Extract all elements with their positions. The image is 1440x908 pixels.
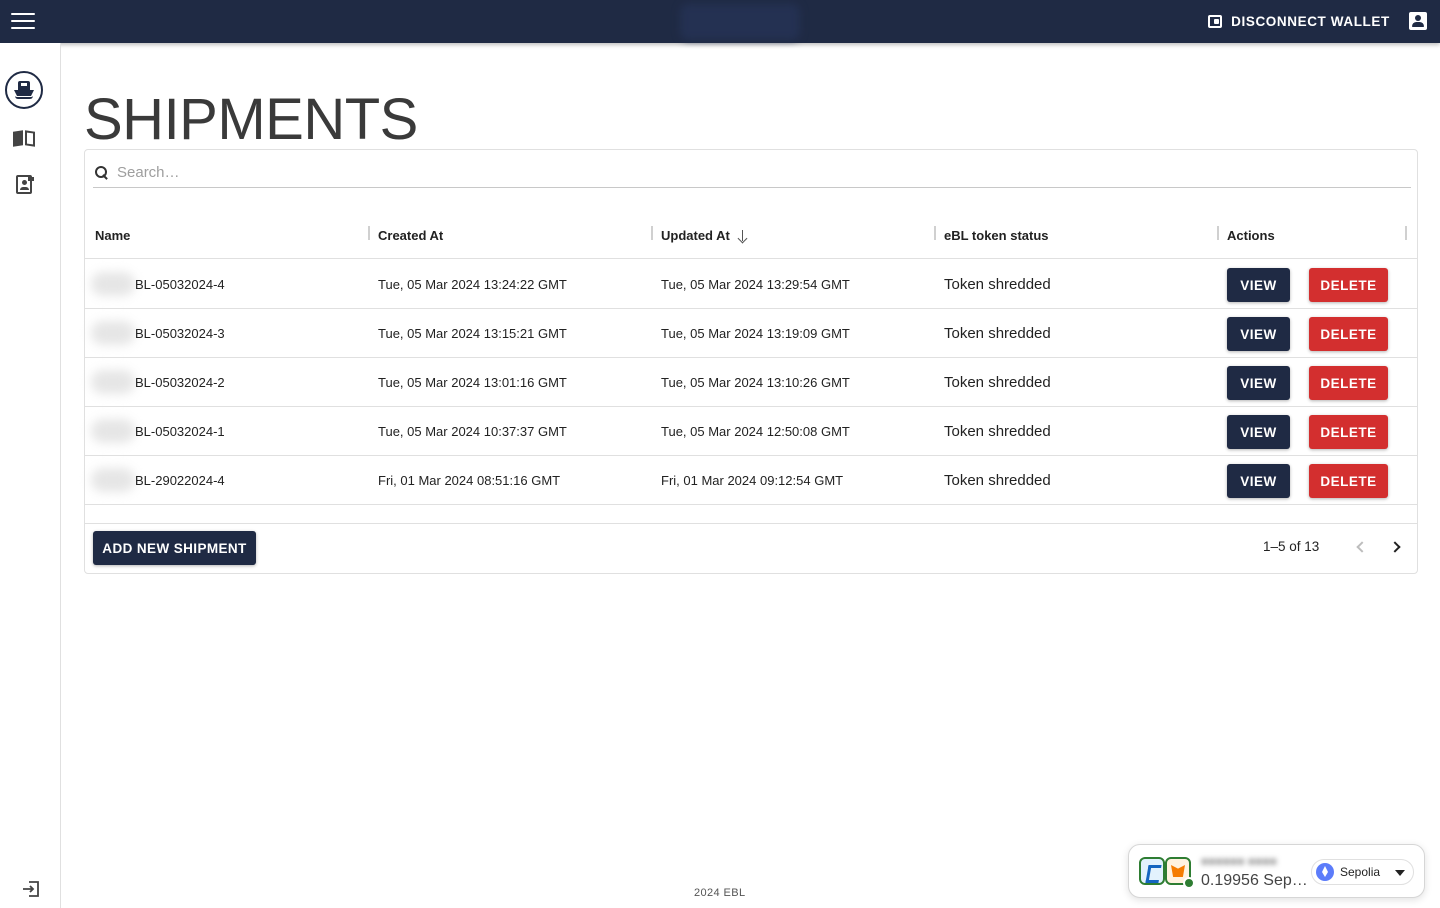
column-separator[interactable] xyxy=(1217,226,1219,240)
cell-created: Fri, 01 Mar 2024 08:51:16 GMT xyxy=(378,473,561,488)
column-header-actions: Actions xyxy=(1227,228,1275,243)
cell-created: Tue, 05 Mar 2024 13:15:21 GMT xyxy=(378,326,567,341)
cell-updated: Tue, 05 Mar 2024 13:29:54 GMT xyxy=(661,277,850,292)
cell-status: Token shredded xyxy=(944,472,1051,489)
sidebar-item-shipments[interactable] xyxy=(5,71,43,109)
blurred-name-prefix xyxy=(91,321,135,345)
cell-status: Token shredded xyxy=(944,276,1051,293)
blurred-name-prefix xyxy=(91,272,135,296)
column-header-updated[interactable]: Updated At xyxy=(661,212,748,259)
column-header-name[interactable]: Name xyxy=(95,212,130,259)
cell-status: Token shredded xyxy=(944,374,1051,391)
table-row[interactable]: BL-29022024-4 Fri, 01 Mar 2024 08:51:16 … xyxy=(85,456,1417,505)
column-separator[interactable] xyxy=(651,226,653,240)
cell-created: Tue, 05 Mar 2024 10:37:37 GMT xyxy=(378,424,567,439)
sidebar-item-contacts[interactable] xyxy=(5,165,43,203)
sidebar-item-documents[interactable] xyxy=(5,119,43,157)
column-separator[interactable] xyxy=(934,226,936,240)
table-row[interactable]: BL-05032024-4 Tue, 05 Mar 2024 13:24:22 … xyxy=(85,260,1417,309)
cell-name: BL-05032024-3 xyxy=(135,326,225,341)
top-app-bar: DISCONNECT WALLET xyxy=(0,0,1440,43)
network-name: Sepolia xyxy=(1340,865,1381,879)
ship-icon xyxy=(14,81,34,99)
sort-down-arrow-icon[interactable] xyxy=(738,229,748,242)
shipments-panel: Name Created At Updated At eBL token sta… xyxy=(84,149,1418,574)
delete-button[interactable]: DELETE xyxy=(1309,415,1388,449)
column-separator[interactable] xyxy=(368,226,370,240)
badge-icon xyxy=(16,174,34,194)
chevron-left-icon[interactable] xyxy=(1356,541,1368,553)
cell-updated: Tue, 05 Mar 2024 13:19:09 GMT xyxy=(661,326,850,341)
table-row[interactable]: BL-05032024-1 Tue, 05 Mar 2024 10:37:37 … xyxy=(85,407,1417,456)
book-icon xyxy=(13,129,35,147)
pagination-range: 1–5 of 13 xyxy=(1263,539,1320,554)
table-row[interactable]: BL-05032024-3 Tue, 05 Mar 2024 13:15:21 … xyxy=(85,309,1417,358)
search-icon xyxy=(95,165,109,180)
connected-status-icon xyxy=(1183,877,1195,889)
search-bar xyxy=(93,158,1411,188)
blurred-name-prefix xyxy=(91,419,135,443)
view-button[interactable]: VIEW xyxy=(1227,464,1290,498)
blurred-name-prefix xyxy=(91,468,135,492)
cell-updated: Tue, 05 Mar 2024 13:10:26 GMT xyxy=(661,375,850,390)
delete-button[interactable]: DELETE xyxy=(1309,268,1388,302)
ethereum-icon xyxy=(1316,863,1334,881)
blurred-logo xyxy=(680,4,800,40)
disconnect-wallet-label: DISCONNECT WALLET xyxy=(1231,13,1390,29)
add-new-shipment-button[interactable]: ADD NEW SHIPMENT xyxy=(93,531,256,565)
delete-button[interactable]: DELETE xyxy=(1309,317,1388,351)
cell-name: BL-29022024-4 xyxy=(135,473,225,488)
view-button[interactable]: VIEW xyxy=(1227,317,1290,351)
cell-name: BL-05032024-2 xyxy=(135,375,225,390)
wallet-icon xyxy=(1208,14,1223,28)
cell-name: BL-05032024-4 xyxy=(135,277,225,292)
delete-button[interactable]: DELETE xyxy=(1309,464,1388,498)
page-title: SHIPMENTS xyxy=(84,87,418,152)
chevron-right-icon[interactable] xyxy=(1389,541,1401,553)
column-header-created[interactable]: Created At xyxy=(378,212,443,259)
sidebar xyxy=(0,43,61,908)
cell-created: Tue, 05 Mar 2024 13:24:22 GMT xyxy=(378,277,567,292)
blurred-wallet-address: ●●●●●● ●●●● xyxy=(1201,854,1277,868)
cell-updated: Tue, 05 Mar 2024 12:50:08 GMT xyxy=(661,424,850,439)
table-footer-divider xyxy=(85,523,1417,524)
cell-name: BL-05032024-1 xyxy=(135,424,225,439)
copyright-footer: 2024 EBL xyxy=(694,887,746,899)
column-separator[interactable] xyxy=(1405,226,1407,240)
table-row[interactable]: BL-05032024-2 Tue, 05 Mar 2024 13:01:16 … xyxy=(85,358,1417,407)
wallet-balance: 0.19956 Sep… xyxy=(1201,872,1308,889)
exit-icon[interactable] xyxy=(22,881,40,897)
blurred-name-prefix xyxy=(91,370,135,394)
menu-icon[interactable] xyxy=(8,8,38,34)
wallet-widget[interactable]: ●●●●●● ●●●● 0.19956 Sep… Sepolia xyxy=(1128,844,1425,898)
dropdown-arrow-icon xyxy=(1395,870,1405,876)
view-button[interactable]: VIEW xyxy=(1227,415,1290,449)
disconnect-wallet-button[interactable]: DISCONNECT WALLET xyxy=(1203,4,1395,38)
view-button[interactable]: VIEW xyxy=(1227,268,1290,302)
delete-button[interactable]: DELETE xyxy=(1309,366,1388,400)
column-header-updated-label: Updated At xyxy=(661,228,730,243)
cell-status: Token shredded xyxy=(944,325,1051,342)
cell-updated: Fri, 01 Mar 2024 09:12:54 GMT xyxy=(661,473,844,488)
column-header-status[interactable]: eBL token status xyxy=(944,212,1049,259)
app-logo-icon xyxy=(1139,857,1165,885)
cell-created: Tue, 05 Mar 2024 13:01:16 GMT xyxy=(378,375,567,390)
cell-status: Token shredded xyxy=(944,423,1051,440)
search-input[interactable] xyxy=(117,164,1317,181)
account-icon[interactable] xyxy=(1409,12,1427,30)
table-header: Name Created At Updated At eBL token sta… xyxy=(85,212,1417,259)
network-selector[interactable]: Sepolia xyxy=(1311,859,1414,885)
view-button[interactable]: VIEW xyxy=(1227,366,1290,400)
